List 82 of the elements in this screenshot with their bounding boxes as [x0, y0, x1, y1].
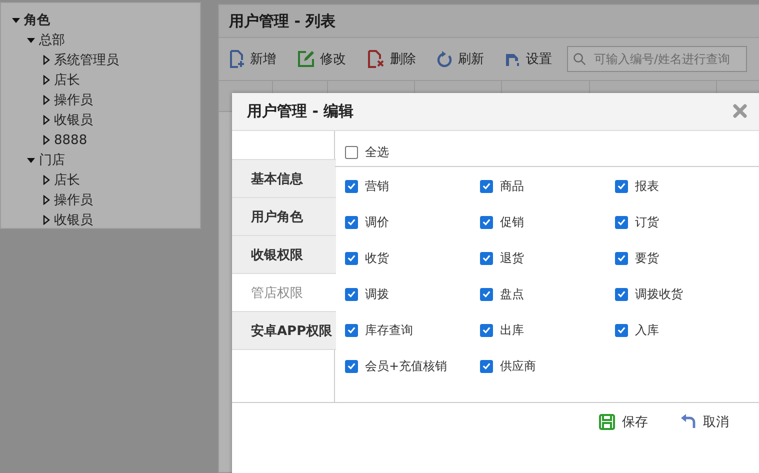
tree-item[interactable]: 店长 [54, 171, 80, 189]
delete-file-icon [367, 50, 385, 68]
tree-item[interactable]: 操作员 [54, 191, 93, 209]
checkbox-label: 调拨收货 [635, 286, 683, 302]
checkbox-label: 库存查询 [365, 322, 413, 338]
tree-item[interactable]: 店长 [54, 71, 80, 89]
close-icon[interactable] [733, 104, 747, 118]
delete-button[interactable]: 删除 [367, 50, 416, 68]
collapsed-caret-icon[interactable] [41, 115, 51, 125]
search-field[interactable]: 可输入编号/姓名进行查询 [567, 46, 747, 72]
collapsed-caret-icon[interactable] [41, 175, 51, 185]
tree-item[interactable]: 总部 [39, 31, 65, 49]
checkbox-label: 促销 [500, 214, 524, 230]
edit-button[interactable]: 修改 [297, 50, 346, 68]
checkbox[interactable] [615, 216, 628, 228]
save-icon [599, 414, 615, 430]
dialog-title: 用户管理 - 编辑 [246, 102, 354, 121]
checkbox-label: 收货 [365, 250, 389, 266]
checkbox[interactable] [345, 324, 358, 336]
tree-item[interactable]: 收银员 [54, 211, 93, 229]
tree-item[interactable]: 门店 [39, 151, 65, 169]
collapsed-caret-icon[interactable] [41, 55, 51, 65]
checkbox[interactable] [345, 288, 358, 300]
collapsed-caret-icon[interactable] [41, 75, 51, 85]
checkbox[interactable] [480, 360, 493, 372]
checkbox-label: 商品 [500, 178, 524, 194]
checkbox[interactable] [345, 146, 358, 159]
checkbox-label: 调价 [365, 214, 389, 230]
checkbox-label: 退货 [500, 250, 524, 266]
checkbox-label: 订货 [635, 214, 659, 230]
panel-title: 用户管理 - 列表 [219, 5, 759, 38]
tab[interactable]: 基本信息 [232, 159, 336, 198]
checkbox-label: 调拨 [365, 286, 389, 302]
checkbox[interactable] [345, 360, 358, 372]
search-icon [573, 51, 586, 67]
checkbox-label: 会员+充值核销 [365, 358, 448, 374]
checkbox[interactable] [480, 180, 493, 192]
settings-icon [505, 51, 521, 67]
checkbox-label: 盘点 [500, 286, 524, 302]
checkbox-label: 报表 [635, 178, 659, 194]
expanded-caret-icon[interactable] [26, 35, 36, 45]
settings-button[interactable]: 设置 [505, 50, 552, 68]
edit-icon [297, 50, 315, 68]
checkbox-label: 要货 [635, 250, 659, 266]
add-file-icon [229, 50, 245, 68]
checkbox[interactable] [480, 216, 493, 228]
checkbox-label: 入库 [635, 322, 659, 338]
tree-item[interactable]: 8888 [54, 132, 88, 148]
tab[interactable]: 用户角色 [232, 197, 336, 236]
refresh-button[interactable]: 刷新 [437, 50, 484, 68]
checkbox[interactable] [345, 252, 358, 264]
refresh-icon [437, 50, 453, 68]
add-button[interactable]: 新增 [229, 50, 276, 68]
checkbox-label: 出库 [500, 322, 524, 338]
expanded-caret-icon[interactable] [26, 155, 36, 165]
collapsed-caret-icon[interactable] [41, 95, 51, 105]
cancel-button[interactable]: 取消 [680, 413, 729, 431]
expanded-caret-icon[interactable] [11, 15, 21, 25]
checkbox[interactable] [345, 180, 358, 192]
checkbox[interactable] [615, 180, 628, 192]
save-button[interactable]: 保存 [599, 413, 648, 431]
undo-arrow-icon [680, 414, 696, 430]
tree-item[interactable]: 角色 [24, 11, 50, 29]
collapsed-caret-icon[interactable] [41, 215, 51, 225]
tab[interactable]: 管店权限 [232, 273, 336, 312]
checkbox[interactable] [615, 252, 628, 264]
collapsed-caret-icon[interactable] [41, 135, 51, 145]
checkbox[interactable] [480, 288, 493, 300]
tree-item[interactable]: 操作员 [54, 91, 93, 109]
checkbox[interactable] [480, 252, 493, 264]
checkbox[interactable] [615, 288, 628, 300]
checkbox-label: 供应商 [500, 358, 536, 374]
tree-item[interactable]: 收银员 [54, 111, 93, 129]
checkbox[interactable] [345, 216, 358, 228]
collapsed-caret-icon[interactable] [41, 195, 51, 205]
tree-item[interactable]: 系统管理员 [54, 51, 119, 69]
tab[interactable]: 收银权限 [232, 235, 336, 274]
checkbox[interactable] [480, 324, 493, 336]
checkbox[interactable] [615, 324, 628, 336]
checkbox-label: 全选 [365, 144, 389, 161]
tab[interactable]: 安卓APP权限 [232, 311, 336, 350]
checkbox-label: 营销 [365, 178, 389, 194]
